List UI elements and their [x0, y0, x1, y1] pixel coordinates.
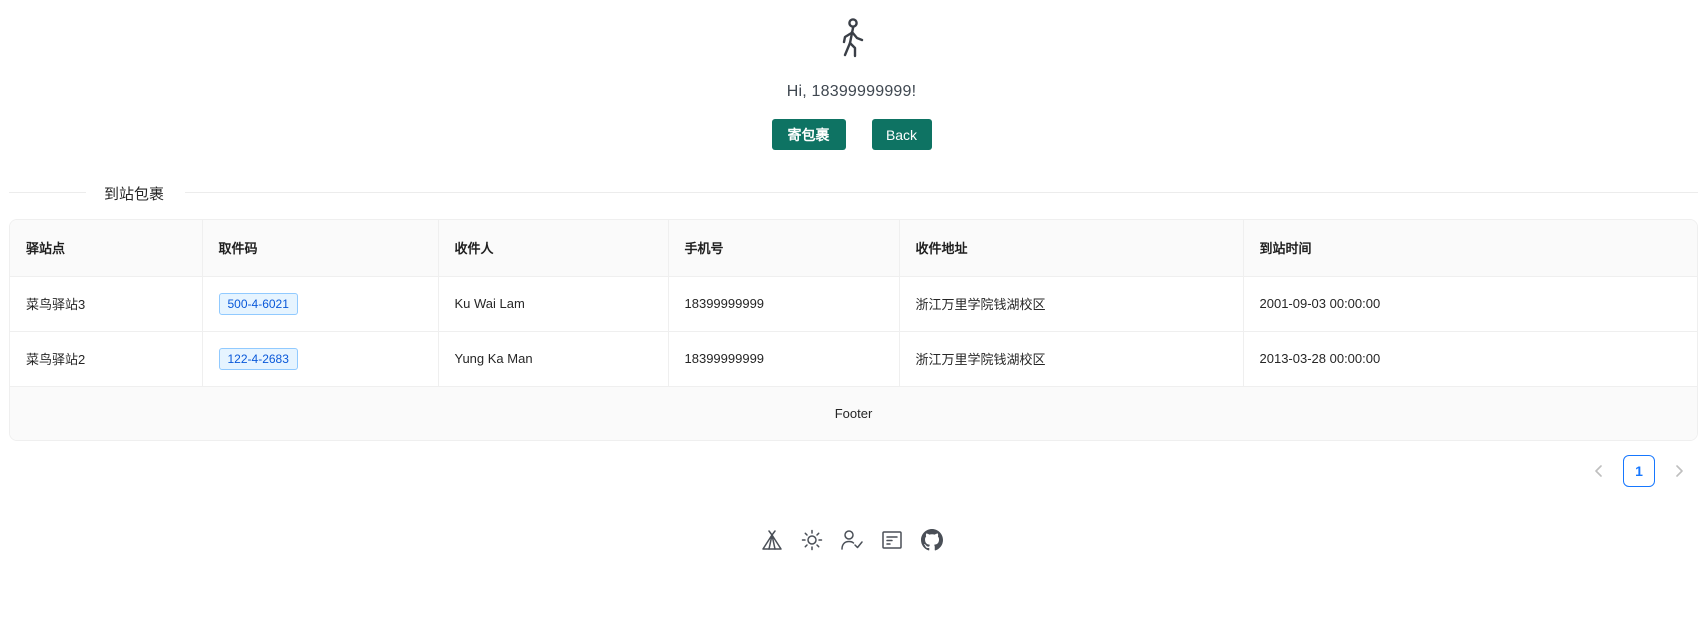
cell-recipient: Yung Ka Man: [438, 331, 669, 387]
walking-person-icon: [832, 16, 872, 64]
cell-arrival: 2013-03-28 00:00:00: [1243, 331, 1697, 387]
back-button[interactable]: Back: [871, 119, 932, 150]
pickup-code-tag: 122-4-2683: [218, 347, 298, 370]
divider-line-left: [9, 192, 86, 193]
tent-icon[interactable]: [759, 527, 785, 553]
pagination: 1: [1589, 455, 1689, 487]
cell-address: 浙江万里学院钱湖校区: [899, 276, 1244, 332]
github-icon[interactable]: [919, 527, 945, 553]
column-header-address: 收件地址: [899, 220, 1244, 277]
packages-table: 驿站点 取件码 收件人 手机号 收件地址 到站时间 菜鸟驿站3 500-4-60…: [9, 219, 1698, 441]
cell-station: 菜鸟驿站3: [10, 276, 203, 332]
greeting-text: Hi, 18399999999!: [786, 83, 917, 100]
cell-code: 122-4-2683: [202, 331, 439, 387]
cell-code: 500-4-6021: [202, 276, 439, 332]
page: Hi, 18399999999! 寄包裹 Back 到站包裹 驿站点 取件码 收…: [0, 0, 1703, 626]
page-number-current[interactable]: 1: [1623, 455, 1655, 487]
table-row: 菜鸟驿站3 500-4-6021 Ku Wai Lam 18399999999 …: [10, 276, 1697, 332]
send-package-button[interactable]: 寄包裹: [771, 119, 846, 150]
column-header-phone: 手机号: [668, 220, 900, 277]
cell-arrival: 2001-09-03 00:00:00: [1243, 276, 1697, 332]
table-header-row: 驿站点 取件码 收件人 手机号 收件地址 到站时间: [10, 220, 1697, 277]
cell-recipient: Ku Wai Lam: [438, 276, 669, 332]
cell-station: 菜鸟驿站2: [10, 331, 203, 387]
chevron-left-icon[interactable]: [1589, 455, 1609, 487]
column-header-station: 驿站点: [10, 220, 203, 277]
table-row: 菜鸟驿站2 122-4-2683 Yung Ka Man 18399999999…: [10, 331, 1697, 387]
action-buttons: 寄包裹 Back: [0, 119, 1703, 150]
header: Hi, 18399999999!: [0, 16, 1703, 101]
article-icon[interactable]: [879, 527, 905, 553]
table-footer: Footer: [10, 386, 1697, 440]
column-header-arrival: 到站时间: [1243, 220, 1697, 277]
column-header-recipient: 收件人: [438, 220, 669, 277]
section-title: 到站包裹: [104, 186, 165, 203]
divider-line-right: [185, 192, 1698, 193]
section-divider: 到站包裹: [9, 181, 1698, 203]
footer-links: [0, 527, 1703, 553]
cell-phone: 18399999999: [668, 331, 900, 387]
chevron-right-icon[interactable]: [1669, 455, 1689, 487]
user-check-icon[interactable]: [839, 527, 865, 553]
cell-address: 浙江万里学院钱湖校区: [899, 331, 1244, 387]
column-header-code: 取件码: [202, 220, 439, 277]
cell-phone: 18399999999: [668, 276, 900, 332]
pickup-code-tag: 500-4-6021: [218, 292, 298, 315]
sun-icon[interactable]: [799, 527, 825, 553]
